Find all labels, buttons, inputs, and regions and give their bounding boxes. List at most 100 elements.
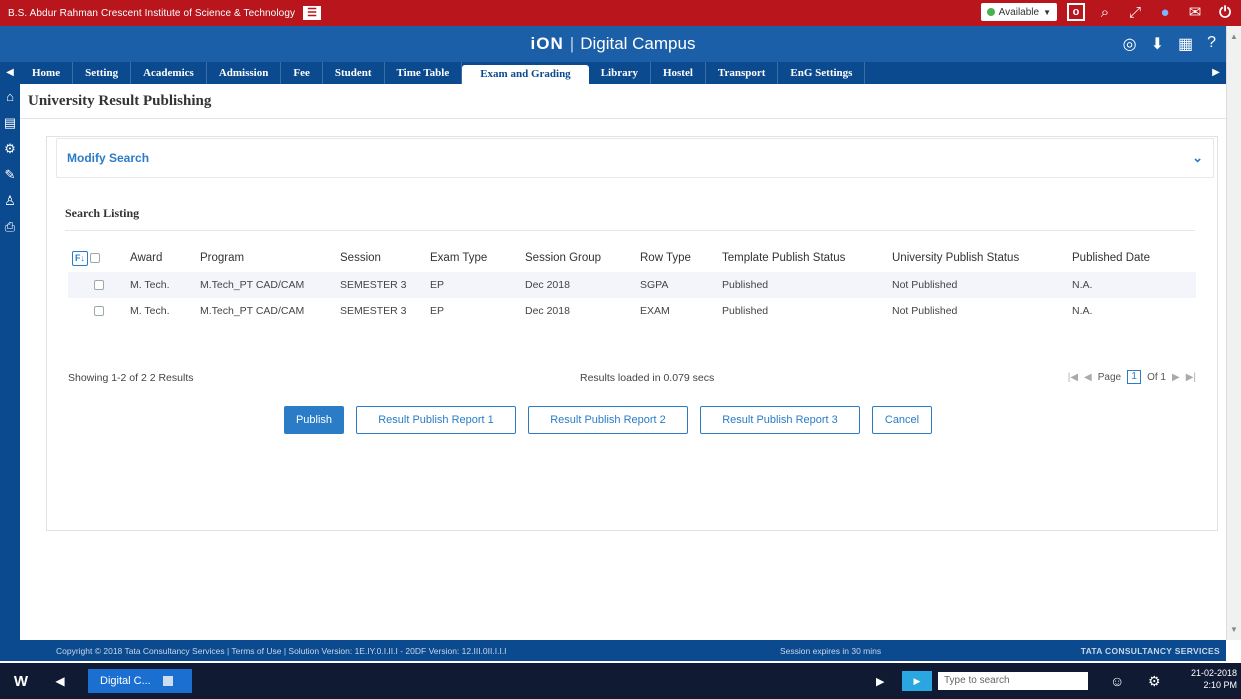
- support-icon[interactable]: ◎: [1123, 34, 1137, 54]
- row-checkbox[interactable]: [94, 306, 104, 317]
- availability-dropdown[interactable]: Available ▼: [980, 3, 1057, 21]
- col-program[interactable]: Program: [196, 244, 336, 272]
- cell-published-date: N.A.: [1068, 272, 1196, 298]
- next-page-icon[interactable]: ▶: [1172, 372, 1180, 383]
- table-row[interactable]: M. Tech. M.Tech_PT CAD/CAM SEMESTER 3 EP…: [68, 272, 1196, 298]
- tab-academics[interactable]: Academics: [131, 62, 207, 84]
- taskbar-app-digital-campus[interactable]: Digital C...: [88, 669, 192, 693]
- user-menu-icon[interactable]: ☰: [303, 6, 322, 20]
- tab-eng-settings[interactable]: EnG Settings: [778, 62, 866, 84]
- taskbar-search-input[interactable]: Type to search: [938, 672, 1088, 690]
- cell-template-status: Published: [722, 305, 769, 317]
- company-logo: TATA CONSULTANCY SERVICES: [1080, 645, 1220, 656]
- cell-university-status: Not Published: [892, 305, 958, 317]
- people-icon[interactable]: ♙: [0, 188, 20, 214]
- row-checkbox[interactable]: [94, 280, 104, 291]
- chevron-down-icon[interactable]: ⌄: [1192, 150, 1203, 166]
- modify-search-label[interactable]: Modify Search: [67, 151, 149, 165]
- search-icon[interactable]: ⌕: [1095, 4, 1115, 21]
- home-icon[interactable]: ⌂: [0, 84, 20, 110]
- filter-icon[interactable]: F↓: [72, 250, 88, 266]
- tab-hostel[interactable]: Hostel: [651, 62, 706, 84]
- col-published-date[interactable]: Published Date: [1068, 244, 1196, 272]
- publish-button[interactable]: Publish: [284, 406, 344, 434]
- clock-date: 21-02-2018: [1190, 668, 1237, 678]
- select-all-checkbox[interactable]: [90, 253, 100, 263]
- availability-label: Available: [998, 6, 1040, 18]
- task-label: Digital C...: [100, 675, 151, 687]
- scroll-down-icon[interactable]: ▼: [1227, 625, 1241, 634]
- col-row-type[interactable]: Row Type: [636, 244, 718, 272]
- divider: [65, 230, 1195, 231]
- col-university-publish-status[interactable]: University Publish Status: [888, 244, 1068, 272]
- status-bar: Copyright © 2018 Tata Consultancy Servic…: [0, 640, 1226, 661]
- apps-grid-icon[interactable]: ▦: [1178, 34, 1193, 54]
- cell-row-type: EXAM: [640, 305, 670, 317]
- media-icon[interactable]: ▶: [902, 671, 932, 691]
- row-checkbox-cell: [68, 298, 126, 324]
- cell-session-group: Dec 2018: [521, 272, 636, 298]
- page-input[interactable]: 1: [1127, 370, 1142, 384]
- tab-home[interactable]: Home: [20, 62, 74, 84]
- page-title: University Result Publishing: [28, 93, 212, 109]
- back-arrow-icon[interactable]: ◀: [48, 674, 72, 688]
- load-time: Results loaded in 0.079 secs: [580, 372, 715, 384]
- help-icon[interactable]: ●: [1155, 4, 1175, 21]
- result-publish-report-2-button[interactable]: Result Publish Report 2: [528, 406, 688, 434]
- document-icon[interactable]: ▤: [0, 110, 20, 136]
- session-expiry: Session expires in 30 mins: [780, 645, 882, 656]
- chevron-down-icon: ▼: [1043, 7, 1051, 17]
- main-menu: ◀ Home Setting Academics Admission Fee Studen…: [0, 62, 1226, 84]
- main-content: University Result Publishing Modify Sear…: [20, 84, 1226, 640]
- tab-student[interactable]: Student: [323, 62, 385, 84]
- pagination: |◀ ◀ Page 1 Of 1 ▶ ▶|: [1068, 370, 1196, 384]
- col-session-group[interactable]: Session Group: [521, 244, 636, 272]
- cell-session-group: Dec 2018: [525, 305, 570, 317]
- cell-exam-type: EP: [426, 272, 521, 298]
- menu-scroll-right-icon[interactable]: ▶: [1206, 62, 1226, 84]
- col-template-publish-status[interactable]: Template Publish Status: [718, 244, 888, 272]
- page-scrollbar[interactable]: ▲ ▼: [1226, 26, 1241, 640]
- tray-people-icon[interactable]: ☺: [1110, 673, 1124, 689]
- edit-icon[interactable]: ✎: [0, 162, 20, 188]
- left-icon-rail: ⌂ ▤ ⚙ ✎ ♙ ⎙: [0, 84, 20, 640]
- col-session[interactable]: Session: [336, 244, 426, 272]
- forward-arrow-icon[interactable]: ▶: [876, 675, 884, 688]
- brand-logo: iON: [530, 34, 564, 53]
- power-icon[interactable]: ⏻: [1215, 4, 1235, 21]
- col-exam-type[interactable]: Exam Type: [426, 244, 521, 272]
- cell-published-date: N.A.: [1072, 305, 1093, 317]
- help-circle-icon[interactable]: ?: [1207, 34, 1216, 54]
- cell-university-status: Not Published: [888, 272, 1068, 298]
- tab-library[interactable]: Library: [589, 62, 651, 84]
- tab-exam-and-grading[interactable]: Exam and Grading: [462, 65, 589, 84]
- menu-scroll-left-icon[interactable]: ◀: [0, 62, 20, 84]
- last-page-icon[interactable]: ▶|: [1186, 372, 1196, 383]
- start-icon[interactable]: W: [6, 673, 36, 690]
- scroll-up-icon[interactable]: ▲: [1227, 26, 1241, 41]
- results-table: F↓ Award Program Session Exam Type Sessi…: [68, 244, 1196, 324]
- expand-icon[interactable]: ⤢: [1125, 4, 1145, 21]
- search-listing-title: Search Listing: [65, 206, 140, 220]
- header-tools: ◎ ⬇ ▦ ?: [1123, 34, 1216, 54]
- result-publish-report-1-button[interactable]: Result Publish Report 1: [356, 406, 516, 434]
- app-title: iON | Digital Campus: [530, 34, 696, 53]
- result-publish-report-3-button[interactable]: Result Publish Report 3: [700, 406, 860, 434]
- prev-page-icon[interactable]: ◀: [1084, 372, 1092, 383]
- first-page-icon[interactable]: |◀: [1068, 372, 1078, 383]
- settings-icon[interactable]: ⚙: [0, 136, 20, 162]
- tab-time-table[interactable]: Time Table: [385, 62, 463, 84]
- download-icon[interactable]: ⬇: [1151, 34, 1164, 54]
- tab-admission[interactable]: Admission: [207, 62, 282, 84]
- tab-setting[interactable]: Setting: [73, 62, 132, 84]
- col-award[interactable]: Award: [126, 244, 196, 272]
- tab-fee[interactable]: Fee: [281, 62, 323, 84]
- window-icon[interactable]: o: [1067, 3, 1085, 21]
- cancel-button[interactable]: Cancel: [872, 406, 932, 434]
- table-row[interactable]: M. Tech. M.Tech_PT CAD/CAM SEMESTER 3 EP…: [68, 298, 1196, 324]
- print-icon[interactable]: ⎙: [0, 214, 20, 240]
- notification-icon[interactable]: ✉: [1185, 3, 1205, 21]
- modify-search-panel[interactable]: Modify Search ⌄: [56, 138, 1214, 178]
- tray-network-icon[interactable]: ⚙: [1148, 673, 1161, 690]
- tab-transport[interactable]: Transport: [706, 62, 779, 84]
